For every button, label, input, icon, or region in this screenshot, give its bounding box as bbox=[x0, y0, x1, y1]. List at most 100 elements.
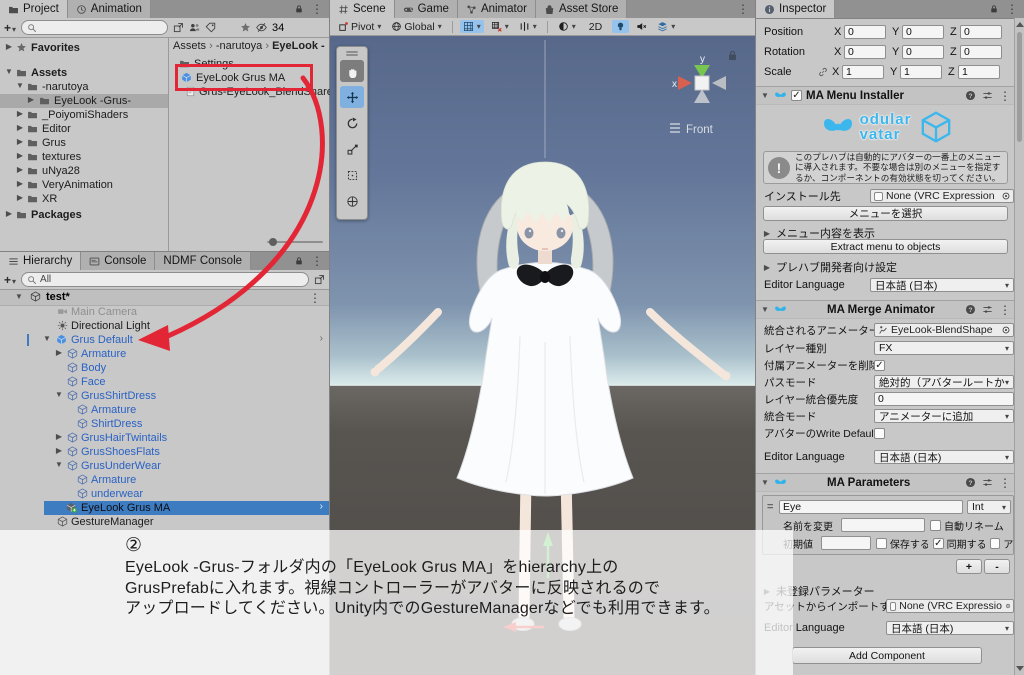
row-body[interactable]: Body bbox=[0, 361, 329, 375]
tab-animator[interactable]: Animator bbox=[458, 0, 536, 18]
foldout-icon[interactable]: ▼ bbox=[760, 91, 770, 100]
grid-snap-toggle[interactable]: ▾ bbox=[488, 20, 512, 33]
row-eyelook-grus-ma[interactable]: EyeLook Grus MA › bbox=[44, 501, 329, 515]
row-grusshoesflats[interactable]: ▶ GrusShoesFlats bbox=[0, 445, 329, 459]
editor-language-dropdown-3[interactable]: 日本語 (日本)▾ bbox=[886, 621, 1014, 635]
presets-icon[interactable] bbox=[982, 477, 993, 488]
scale-tool-button[interactable] bbox=[340, 138, 364, 160]
lock-icon[interactable] bbox=[294, 256, 304, 266]
layer-priority-field[interactable]: 0 bbox=[874, 392, 1014, 406]
hand-tool-button[interactable] bbox=[340, 60, 364, 82]
rename-field[interactable] bbox=[841, 518, 925, 532]
open-new-window-icon[interactable] bbox=[173, 22, 184, 33]
kebab-menu-icon[interactable]: ⋮ bbox=[999, 303, 1011, 317]
filter-by-type-icon[interactable] bbox=[189, 22, 200, 33]
row-shirtdress[interactable]: ShirtDress bbox=[0, 417, 329, 431]
pivot-dropdown[interactable]: Pivot▾ bbox=[335, 20, 384, 34]
drag-handle[interactable] bbox=[346, 51, 358, 53]
add-asset-button[interactable]: +▾ bbox=[4, 21, 16, 35]
object-picker-icon[interactable] bbox=[1001, 325, 1011, 335]
lock-icon[interactable] bbox=[989, 4, 999, 14]
scene-kebab-icon[interactable]: ⋮ bbox=[309, 291, 321, 305]
tree-assets[interactable]: ▼ Assets bbox=[0, 66, 168, 80]
position-y-field[interactable]: 0 bbox=[902, 25, 944, 39]
object-picker-icon[interactable] bbox=[1001, 191, 1011, 201]
scene-lighting-toggle[interactable] bbox=[612, 20, 629, 33]
scale-z-field[interactable]: 1 bbox=[958, 65, 1000, 79]
rotate-tool-button[interactable] bbox=[340, 112, 364, 134]
prefab-open-chevron[interactable]: › bbox=[320, 333, 323, 344]
scroll-thumb[interactable] bbox=[1017, 32, 1022, 142]
breadcrumb-narutoya[interactable]: -narutoya bbox=[216, 40, 262, 52]
tree-eyelook-grus[interactable]: ▶ EyeLook -Grus- bbox=[0, 94, 168, 108]
favorites-star-icon[interactable] bbox=[240, 22, 251, 33]
add-parameter-button[interactable]: + bbox=[956, 559, 982, 574]
2d-toggle[interactable]: 2D bbox=[589, 21, 602, 33]
add-component-button[interactable]: Add Component bbox=[792, 647, 982, 664]
write-defaults-checkbox[interactable] bbox=[874, 428, 885, 439]
ma-parameters-header[interactable]: ▼ MA Parameters ⋮ bbox=[756, 473, 1015, 492]
remove-parameter-button[interactable]: - bbox=[984, 559, 1010, 574]
slider-knob[interactable] bbox=[269, 238, 277, 246]
saved-checkbox[interactable] bbox=[876, 538, 887, 549]
scale-x-field[interactable]: 1 bbox=[842, 65, 884, 79]
help-icon[interactable] bbox=[965, 90, 976, 101]
constrain-link-icon[interactable] bbox=[818, 67, 828, 77]
row-grushairtwintails[interactable]: ▶ GrusHairTwintails bbox=[0, 431, 329, 445]
open-new-window-icon[interactable] bbox=[314, 274, 325, 285]
foldout-icon[interactable]: ▼ bbox=[760, 478, 770, 487]
rotation-z-field[interactable]: 0 bbox=[960, 45, 1002, 59]
scene-header-row[interactable]: ▼ test* ⋮ bbox=[0, 290, 329, 306]
row-armature[interactable]: ▶ Armature bbox=[0, 347, 329, 361]
row-armature-2[interactable]: Armature bbox=[0, 403, 329, 417]
foldout-icon[interactable]: ▼ bbox=[760, 305, 770, 314]
project-search-input[interactable] bbox=[21, 20, 168, 35]
synced-checkbox[interactable] bbox=[933, 538, 944, 549]
tab-hierarchy[interactable]: Hierarchy bbox=[0, 252, 81, 270]
breadcrumb-assets[interactable]: Assets bbox=[173, 40, 206, 52]
position-z-field[interactable]: 0 bbox=[960, 25, 1002, 39]
clipped-checkbox[interactable] bbox=[990, 538, 1001, 549]
tab-console[interactable]: Console bbox=[81, 252, 155, 270]
scale-y-field[interactable]: 1 bbox=[900, 65, 942, 79]
draw-mode-dropdown[interactable]: ▾ bbox=[555, 20, 579, 33]
row-armature-3[interactable]: Armature bbox=[0, 473, 329, 487]
merged-animator-object-field[interactable]: EyeLook-BlendShape bbox=[874, 323, 1014, 337]
delete-attached-checkbox[interactable] bbox=[874, 360, 885, 371]
ma-merge-animator-header[interactable]: ▼ MA Merge Animator ⋮ bbox=[756, 300, 1015, 319]
presets-icon[interactable] bbox=[982, 304, 993, 315]
audio-toggle[interactable] bbox=[633, 20, 650, 33]
tree-favorites[interactable]: ▶ Favorites bbox=[0, 41, 168, 55]
hierarchy-search-input[interactable]: All bbox=[21, 272, 309, 287]
tree-xr[interactable]: ▶ XR bbox=[0, 192, 168, 206]
prefab-open-chevron[interactable]: › bbox=[320, 501, 323, 512]
row-grusshirtdress[interactable]: ▼ GrusShirtDress bbox=[0, 389, 329, 403]
editor-language-dropdown-2[interactable]: 日本語 (日本)▾ bbox=[874, 450, 1014, 464]
tree-unya28[interactable]: ▶ uNya28 bbox=[0, 164, 168, 178]
kebab-menu-icon[interactable]: ⋮ bbox=[311, 254, 323, 268]
kebab-menu-icon[interactable]: ⋮ bbox=[1006, 2, 1018, 16]
create-object-button[interactable]: +▾ bbox=[4, 273, 16, 287]
hidden-count-eye-icon[interactable] bbox=[256, 22, 267, 33]
label-icon[interactable] bbox=[205, 22, 216, 33]
merge-mode-dropdown[interactable]: アニメーターに追加▾ bbox=[874, 409, 1014, 423]
ma-menu-installer-header[interactable]: ▼ MA Menu Installer ⋮ bbox=[756, 86, 1015, 105]
row-gesturemanager[interactable]: GestureManager bbox=[0, 515, 329, 529]
kebab-menu-icon[interactable]: ⋮ bbox=[737, 2, 749, 16]
effects-dropdown[interactable]: ▾ bbox=[654, 20, 678, 33]
row-grusunderwear[interactable]: ▼ GrusUnderWear bbox=[0, 459, 329, 473]
tree-narutoya[interactable]: ▼ -narutoya bbox=[0, 80, 168, 94]
move-tool-button[interactable] bbox=[340, 86, 364, 108]
inspector-scrollbar[interactable] bbox=[1014, 18, 1024, 675]
transform-tool-button[interactable] bbox=[340, 190, 364, 212]
prefab-dev-foldout[interactable]: ▶ プレハブ開発者向け設定 bbox=[762, 259, 897, 275]
tree-packages[interactable]: ▶ Packages bbox=[0, 208, 168, 222]
object-picker-icon[interactable] bbox=[1005, 601, 1011, 611]
row-face[interactable]: Face bbox=[0, 375, 329, 389]
tree-grus[interactable]: ▶ Grus bbox=[0, 136, 168, 150]
tab-animation[interactable]: Animation bbox=[68, 0, 151, 18]
kebab-menu-icon[interactable]: ⋮ bbox=[999, 89, 1011, 103]
tree-textures[interactable]: ▶ textures bbox=[0, 150, 168, 164]
row-underwear[interactable]: underwear bbox=[0, 487, 329, 501]
breadcrumb-eyelook[interactable]: EyeLook - bbox=[272, 40, 325, 52]
